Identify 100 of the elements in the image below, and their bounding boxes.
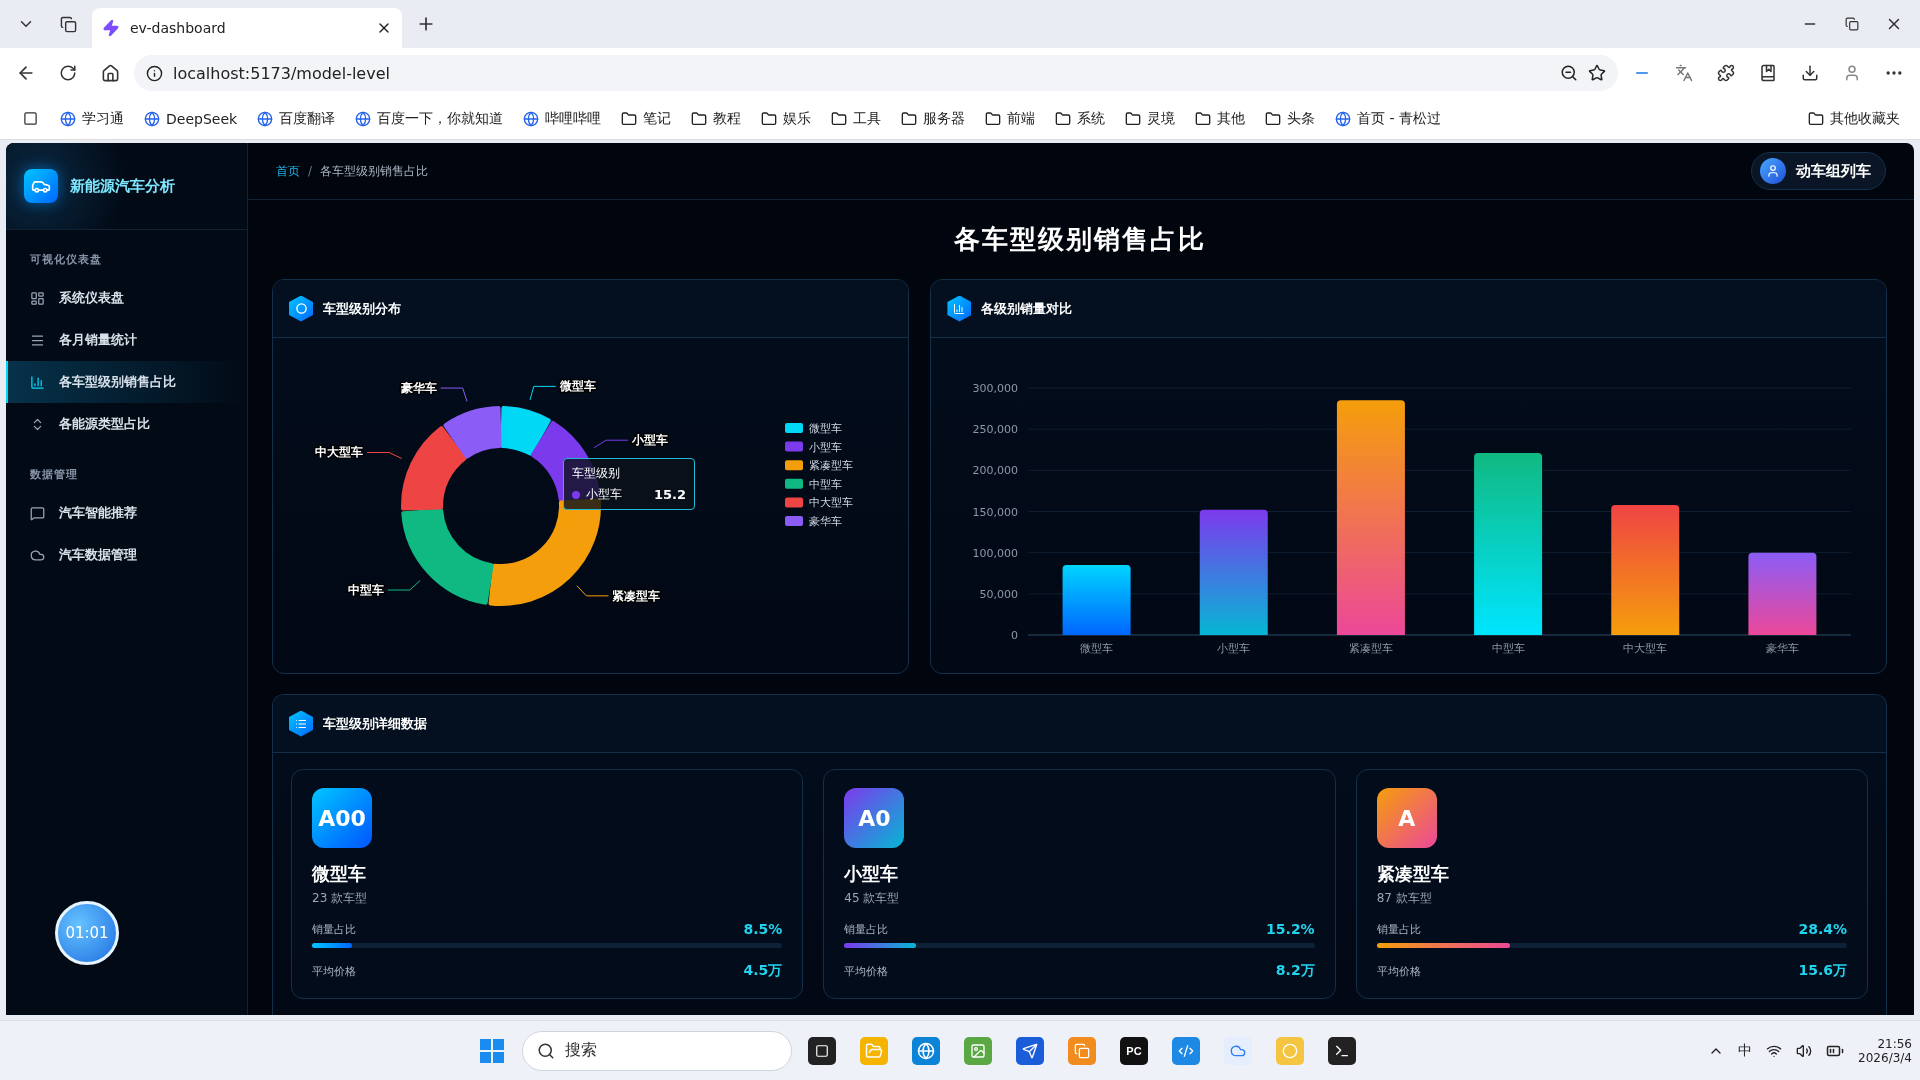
leader-line <box>387 580 421 591</box>
bookmark-folder[interactable]: 笔记 <box>613 105 680 132</box>
menu-icon <box>30 332 45 348</box>
user-button[interactable]: 动车组列车 <box>1751 152 1886 190</box>
metric-value: 8.2万 <box>1275 962 1315 980</box>
legend-item[interactable]: 中型车 <box>785 477 842 491</box>
legend-item[interactable]: 微型车 <box>785 422 842 435</box>
translate-icon[interactable] <box>1675 64 1693 82</box>
bookmark-folder[interactable]: 其他 <box>1187 105 1254 132</box>
bookmark-link[interactable]: 百度翻译 <box>249 105 344 132</box>
download-icon[interactable] <box>1801 64 1819 82</box>
nav-item[interactable]: 各月销量统计 <box>6 319 247 361</box>
folder-icon <box>621 110 638 127</box>
clock[interactable]: 21:56 2026/3/4 <box>1858 1036 1912 1065</box>
bar-chart-icon <box>30 374 45 390</box>
slice-label: 中大型车 <box>315 445 364 460</box>
legend-item[interactable]: 豪华车 <box>785 515 842 528</box>
chart-tooltip: 车型级别 小型车 15.2 <box>563 458 695 510</box>
folder-icon <box>985 110 1002 127</box>
bookmark-folder[interactable]: 娱乐 <box>753 105 820 132</box>
folder-icon <box>1055 110 1072 127</box>
legend-item[interactable]: 小型车 <box>785 440 842 454</box>
star-icon[interactable] <box>1588 64 1606 82</box>
bookmark-folder[interactable]: 服务器 <box>893 105 974 132</box>
nav-item[interactable]: 汽车数据管理 <box>6 534 247 576</box>
axis-label: 200,000 <box>972 464 1019 478</box>
metric-value: 15.2% <box>1266 921 1315 937</box>
nav-item[interactable]: 各能源类型占比 <box>6 403 247 445</box>
chat-icon <box>30 505 45 521</box>
folder-icon <box>1125 110 1142 127</box>
home-icon[interactable] <box>100 63 120 83</box>
list-icon <box>289 710 313 737</box>
slice-label: 微型车 <box>559 379 596 394</box>
axis-label: 紧凑型车 <box>1349 642 1394 655</box>
metric-label: 平均价格 <box>1376 963 1421 979</box>
bookmark-folder[interactable]: 前端 <box>977 105 1044 132</box>
level-badge: A0 <box>844 788 905 848</box>
page-title: 各车型级别销售占比 <box>953 223 1206 256</box>
volume-icon[interactable] <box>1796 1042 1813 1059</box>
bookmark-link[interactable]: 百度一下，你就知道 <box>347 105 512 132</box>
axis-label: 50,000 <box>979 587 1019 601</box>
metric-value: 8.5% <box>743 921 783 937</box>
bar-chart-icon <box>947 295 972 322</box>
breadcrumb-current[interactable]: 各车型级别销售占比 <box>320 162 429 180</box>
bookmark-folder[interactable]: 其他收藏夹 <box>1800 105 1908 132</box>
axis-label: 300,000 <box>972 382 1019 395</box>
nav-item[interactable]: 系统仪表盘 <box>6 277 247 319</box>
leader-line <box>593 439 629 449</box>
reading-list-icon[interactable] <box>22 111 38 126</box>
folder-icon <box>691 110 708 127</box>
input-method-indicator[interactable]: 中 <box>1738 1041 1753 1060</box>
favorites-icon[interactable] <box>1759 64 1777 82</box>
breadcrumb-link[interactable]: 首页 <box>276 162 300 180</box>
bookmark-link[interactable]: 首页 - 青松过 <box>1327 105 1450 132</box>
level-badge: A00 <box>312 788 372 848</box>
model-count: 87 款车型 <box>1376 890 1433 907</box>
tabs-icon[interactable] <box>59 15 77 33</box>
bookmark-link[interactable]: 哔哩哔哩 <box>515 105 610 132</box>
metric-value: 28.4% <box>1798 921 1847 937</box>
leader-line <box>440 387 468 402</box>
folder-icon <box>1808 110 1824 127</box>
legend-item[interactable]: 中大型车 <box>785 496 853 510</box>
bookmark-link[interactable]: DeepSeek <box>136 106 246 131</box>
globe-icon <box>523 110 540 127</box>
profile-icon[interactable] <box>1843 64 1861 82</box>
legend-label: 中型车 <box>809 477 842 491</box>
reload-icon[interactable] <box>59 64 77 82</box>
avatar-icon <box>1760 158 1786 184</box>
zoom-out-icon[interactable] <box>1560 64 1578 82</box>
axis-label: 0 <box>1011 629 1019 642</box>
bookmark-link[interactable]: 学习通 <box>52 105 132 132</box>
bookmark-folder[interactable]: 灵境 <box>1117 105 1184 132</box>
metric-label: 销量占比 <box>312 921 356 937</box>
legend-label: 豪华车 <box>809 515 842 528</box>
folder-icon <box>831 110 848 127</box>
metric-label: 销量占比 <box>1376 921 1421 937</box>
restore-icon[interactable] <box>1845 17 1859 31</box>
browser-tab[interactable]: ev-dashboard <box>92 8 402 48</box>
square-icon <box>815 1043 829 1058</box>
address-bar[interactable]: localhost:5173/model-level <box>134 55 1618 91</box>
metric-label: 平均价格 <box>844 963 889 979</box>
windows-icon[interactable] <box>479 1037 505 1064</box>
panel-title: 车型级别分布 <box>323 299 401 318</box>
cloud-icon <box>30 547 45 563</box>
panel-title: 各级别销量对比 <box>981 299 1073 318</box>
bookmark-folder[interactable]: 头条 <box>1257 105 1324 132</box>
taskbar-search[interactable]: 搜索 <box>522 1030 792 1071</box>
metric-value: 15.6万 <box>1798 962 1847 980</box>
bookmark-folder[interactable]: 系统 <box>1047 105 1114 132</box>
bookmark-folder[interactable]: 工具 <box>823 105 890 132</box>
level-name: 微型车 <box>312 862 367 886</box>
legend-item[interactable]: 紧凑型车 <box>785 459 853 473</box>
leader-line <box>366 452 403 460</box>
legend-label: 中大型车 <box>809 496 853 510</box>
bookmark-folder[interactable]: 教程 <box>683 105 750 132</box>
extensions-icon[interactable] <box>1717 64 1735 82</box>
section-title: 可视化仪表盘 <box>29 252 103 268</box>
axis-label: 100,000 <box>972 546 1019 560</box>
folder-icon <box>1195 110 1212 127</box>
nav-item[interactable]: 汽车智能推荐 <box>6 492 247 534</box>
